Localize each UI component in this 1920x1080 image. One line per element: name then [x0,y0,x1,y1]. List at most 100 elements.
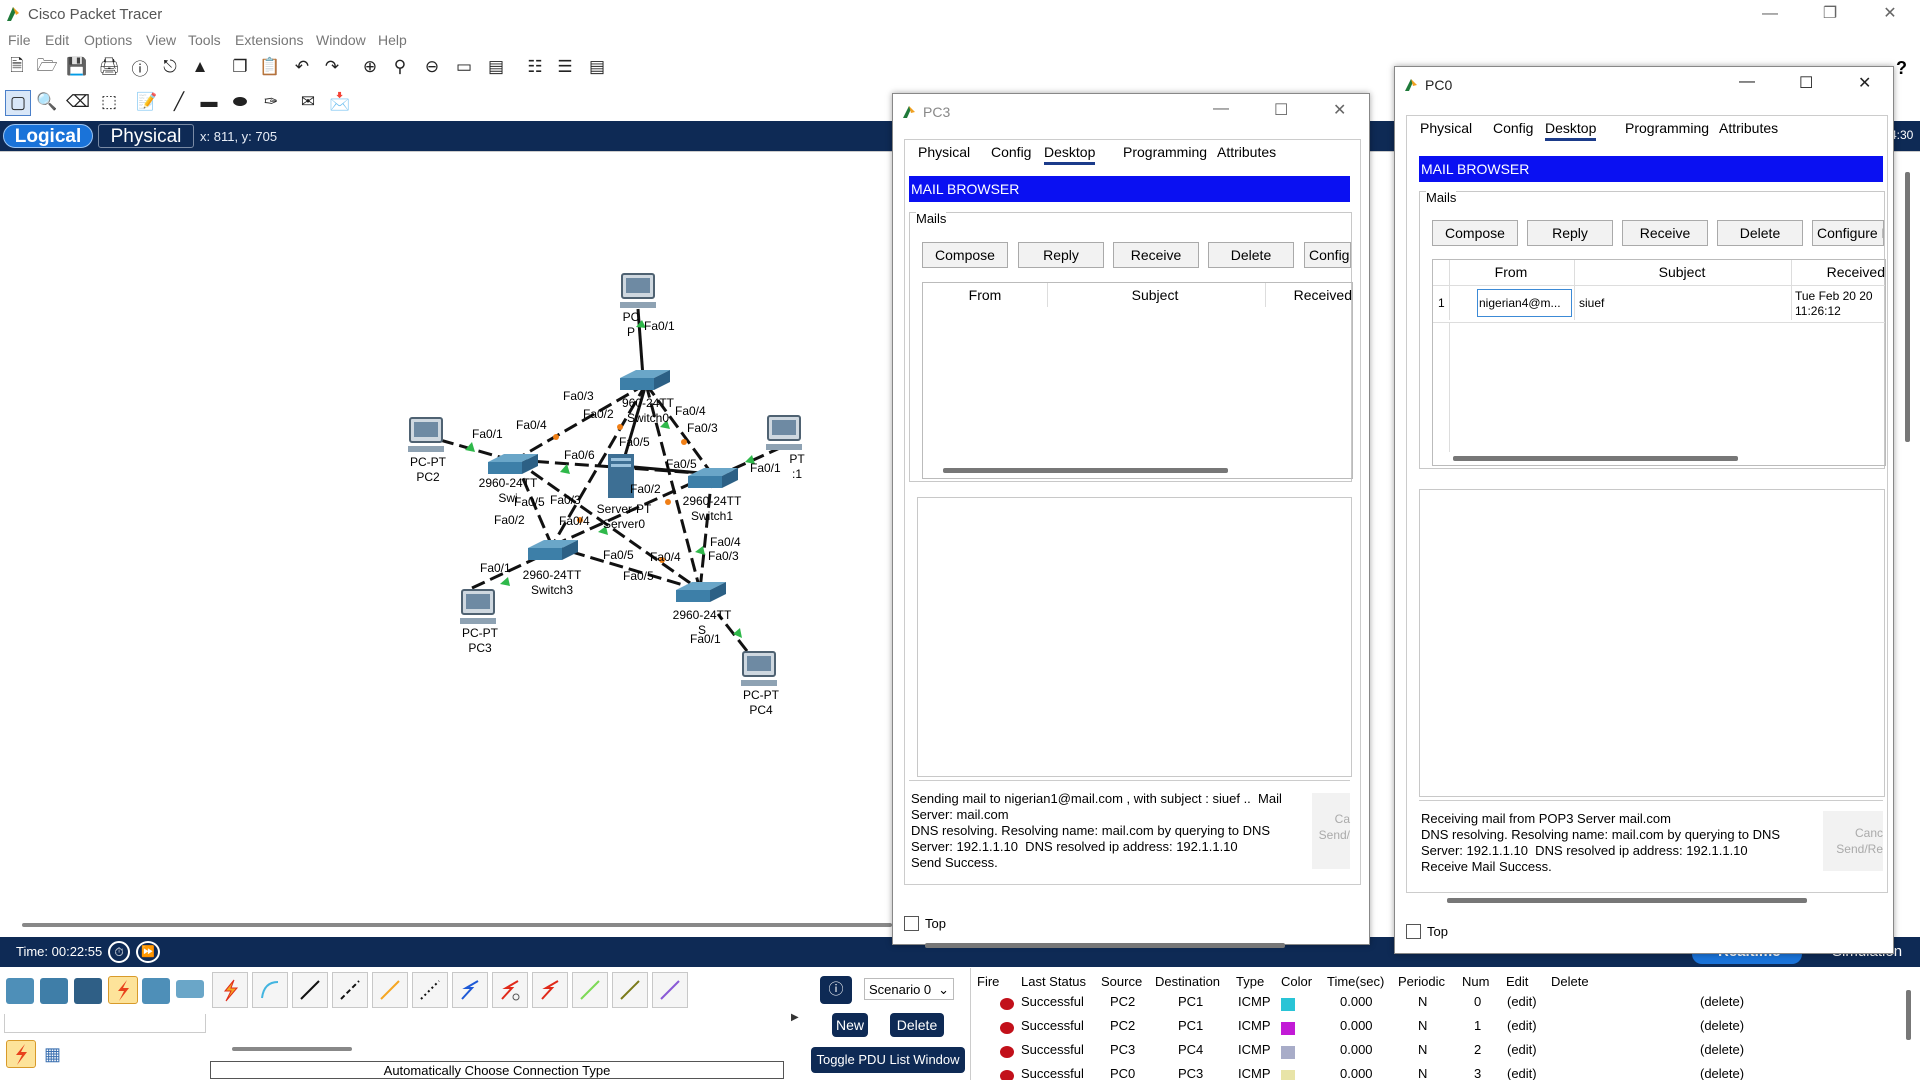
col-received[interactable]: Received [1265,287,1352,303]
add-complex-pdu-icon[interactable]: 📩 [328,90,352,114]
fire-indicator-icon[interactable] [1000,998,1014,1010]
pdu-edit-link[interactable]: (edit) [1507,994,1537,1009]
save-icon[interactable]: 💾 [65,55,89,79]
hubs-category-icon[interactable] [74,978,102,1004]
minimize-button[interactable]: — [1740,0,1800,30]
pdu-v-scrollbar[interactable] [1906,990,1911,1040]
delete-tool-icon[interactable]: ⌫ [66,90,90,114]
menu-tools[interactable]: Tools [188,32,221,48]
physical-view-button[interactable]: Physical [98,124,194,148]
delete-button[interactable]: Delete [1717,220,1803,246]
misc-category-icon[interactable] [176,980,204,998]
compose-button[interactable]: Compose [922,242,1008,268]
minimize-button[interactable]: — [1213,100,1229,118]
select-tool-icon[interactable]: ▢ [5,90,31,116]
col-subject[interactable]: Subject [1574,264,1790,280]
redo-icon[interactable]: ↷ [320,55,344,79]
freeform-icon[interactable]: ✑ [259,90,283,114]
pdu-delete-link[interactable]: (delete) [1700,1018,1744,1033]
routers-category-icon[interactable] [6,978,34,1004]
octal-cable-icon[interactable] [572,972,608,1008]
menu-file[interactable]: File [8,32,31,48]
cancel-send-button[interactable]: Ca Send/ [1312,793,1350,869]
custom-device-icon[interactable]: ▤ [484,55,508,79]
reply-button[interactable]: Reply [1018,242,1104,268]
zoom-reset-icon[interactable]: ⚲ [388,55,412,79]
menu-extensions[interactable]: Extensions [235,32,303,48]
pdu-delete-link[interactable]: (delete) [1700,994,1744,1009]
minimize-button[interactable]: — [1739,73,1755,91]
copy-icon[interactable]: ❐ [228,55,252,79]
usb-cable-icon[interactable] [652,972,688,1008]
tab-physical[interactable]: Physical [1420,120,1472,136]
server-icon-toolbar[interactable]: ▤ [585,55,609,79]
switches-category-icon[interactable] [40,978,68,1004]
cancel-send-receive-button[interactable]: Canc Send/Re [1823,811,1883,871]
scenario-select[interactable]: Scenario 0 ⌄ [864,978,954,1000]
top-checkbox[interactable] [904,916,919,931]
wireless-category-icon[interactable] [142,978,170,1004]
connections-subtype-icon[interactable] [6,1040,36,1068]
activity-wizard-icon[interactable]: ▲ [188,55,212,79]
serial-dte-icon[interactable] [532,972,568,1008]
fire-indicator-icon[interactable] [1000,1022,1014,1034]
mail-list-h-scrollbar[interactable] [1453,456,1738,461]
receive-button[interactable]: Receive [1113,242,1199,268]
draw-ellipse-icon[interactable]: ⬬ [228,90,252,114]
workspace-h-scrollbar[interactable] [22,923,892,927]
restore-button[interactable]: ❐ [1800,0,1860,30]
view-command-log-icon[interactable]: ☷ [523,55,547,79]
close-button[interactable]: ✕ [1860,0,1920,30]
drawing-palette-icon[interactable]: ▭ [452,55,476,79]
col-received[interactable]: Received [1791,264,1885,280]
configure-mail-button[interactable]: Configu [1304,242,1351,268]
zoom-out-icon[interactable]: ⊖ [420,55,444,79]
copper-straight-icon[interactable] [292,972,328,1008]
pdu-edit-link[interactable]: (edit) [1507,1066,1537,1080]
fire-indicator-icon[interactable] [1000,1070,1014,1080]
col-from[interactable]: From [1449,264,1573,280]
phone-cable-icon[interactable] [412,972,448,1008]
inspect-icon[interactable]: 🔍 [35,90,59,114]
maximize-button[interactable]: ☐ [1274,100,1288,120]
new-scenario-button[interactable]: New [832,1013,868,1037]
menu-help[interactable]: Help [378,32,407,48]
draw-line-icon[interactable]: ╱ [167,90,191,114]
tab-attributes[interactable]: Attributes [1719,120,1778,136]
device-template-icon[interactable]: ☰ [553,55,577,79]
connection-scrollbar[interactable] [232,1047,352,1051]
configure-mail-button[interactable]: Configure M [1812,220,1884,246]
col-from[interactable]: From [923,287,1047,303]
mail-list-h-scrollbar[interactable] [943,468,1228,473]
close-button[interactable]: ✕ [1333,100,1346,120]
pdu-edit-link[interactable]: (edit) [1507,1018,1537,1033]
open-folder-icon[interactable]: 🗁 [35,55,59,79]
menu-view[interactable]: View [146,32,176,48]
panel-h-scrollbar[interactable] [1447,898,1807,903]
resize-shape-icon[interactable]: ⬚ [97,90,121,114]
console-cable-icon[interactable] [252,972,288,1008]
new-file-icon[interactable]: 🗎 [5,55,29,79]
fiber-icon[interactable] [372,972,408,1008]
table-row[interactable]: 1 nigerian4@m... siuef Tue Feb 20 20 11:2… [1433,285,1885,323]
print-icon[interactable]: 🖨 [97,55,121,79]
tab-attributes[interactable]: Attributes [1217,144,1276,160]
compose-button[interactable]: Compose [1432,220,1518,246]
connections-category-icon[interactable] [108,976,138,1004]
top-checkbox[interactable] [1406,924,1421,939]
tab-desktop[interactable]: Desktop [1044,144,1096,165]
maximize-button[interactable]: ☐ [1799,73,1813,93]
network-wizard-icon[interactable]: ⎋ [158,55,182,79]
col-subject[interactable]: Subject [1047,287,1263,303]
mail-from-cell[interactable]: nigerian4@m... [1477,289,1572,317]
fire-indicator-icon[interactable] [1000,1046,1014,1058]
grid-subtype-icon[interactable]: ▦ [44,1044,61,1065]
menu-options[interactable]: Options [84,32,132,48]
copper-cross-icon[interactable] [332,972,368,1008]
tab-programming[interactable]: Programming [1123,144,1207,160]
place-note-icon[interactable]: 📝 [135,90,159,114]
menu-edit[interactable]: Edit [45,32,69,48]
tab-programming[interactable]: Programming [1625,120,1709,136]
logical-view-button[interactable]: Logical [3,124,93,148]
fast-forward-icon[interactable]: ⏩ [136,941,160,963]
